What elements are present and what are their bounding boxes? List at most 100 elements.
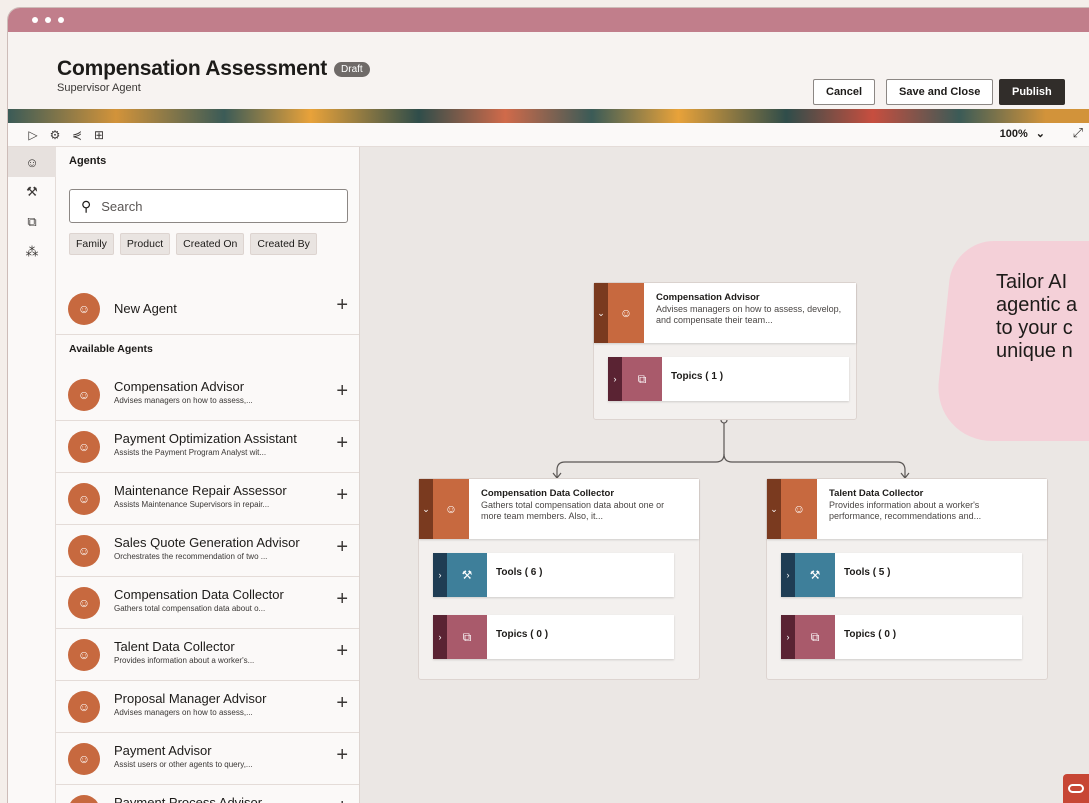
settings-icon[interactable]: ⚙ [44,124,66,146]
chevron-right-icon[interactable]: › [608,357,622,401]
panel-heading: Agents [69,155,107,167]
chevron-right-icon[interactable]: › [781,553,795,597]
topics-label: Topics ( 0 ) [844,629,897,640]
add-icon[interactable]: + [336,295,348,315]
list-item[interactable]: ☺ Sales Quote Generation Advisor Orchest… [56,525,359,577]
topics-card[interactable]: › ⧉ Topics ( 0 ) [433,615,674,659]
canvas-toolbar: ▷ ⚙ ⋞ ⊞ 100% ⌄ ⤢ [8,123,1089,147]
agents-panel: Agents ⚲ Family Product Created On Creat… [56,147,360,803]
add-icon[interactable]: + [336,693,348,713]
list-item[interactable]: ☺ Payment Process Advisor + [56,785,359,803]
topics-card[interactable]: › ⧉ Topics ( 1 ) [608,357,849,401]
search-icon: ⚲ [81,197,92,214]
add-icon[interactable]: + [336,485,348,505]
agents-icon[interactable]: ☺ [8,147,56,177]
chevron-right-icon[interactable]: ⌄ [419,479,433,539]
add-icon[interactable]: + [336,537,348,557]
page-header: Compensation Assessment Draft Supervisor… [8,32,1089,109]
agent-avatar-icon: ☺ [68,691,100,723]
agent-avatar-icon: ☺ [68,379,100,411]
chevron-right-icon[interactable]: › [433,615,447,659]
chevron-right-icon[interactable]: › [781,615,795,659]
agent-name: Compensation Data Collector [114,587,284,602]
talent-data-collector-card[interactable]: ⌄ ☺ Talent Data Collector Provides infor… [767,479,1047,539]
app-window: Compensation Assessment Draft Supervisor… [8,8,1089,803]
agent-avatar-icon: ☺ [68,293,100,325]
workflow-canvas[interactable]: ⌄ ☺ Compensation Advisor Advises manager… [360,147,1089,803]
add-icon[interactable]: + [336,797,348,803]
tools-card[interactable]: › ⚒ Tools ( 6 ) [433,553,674,597]
agent-avatar-icon: ☺ [68,431,100,463]
tools-card[interactable]: › ⚒ Tools ( 5 ) [781,553,1022,597]
zoom-select[interactable]: 100% ⌄ [999,127,1045,141]
add-icon[interactable]: + [336,433,348,453]
topics-card[interactable]: › ⧉ Topics ( 0 ) [781,615,1022,659]
zoom-level: 100% [999,127,1028,140]
new-agent-label: New Agent [114,301,177,316]
list-item[interactable]: ☺ Payment Advisor Assist users or other … [56,733,359,785]
list-item[interactable]: ☺ Talent Data Collector Provides informa… [56,629,359,681]
publish-button[interactable]: Publish [999,79,1065,105]
topics-label: Topics ( 1 ) [671,371,724,382]
oracle-logo [1063,774,1089,803]
window-dot-icon[interactable] [45,17,51,23]
add-icon[interactable]: + [336,589,348,609]
agent-name: Compensation Advisor [114,379,245,394]
tools-label: Tools ( 6 ) [496,567,543,578]
tools-icon[interactable]: ⚒ [8,177,56,207]
agent-icon: ☺ [781,479,817,539]
new-agent-row[interactable]: ☺ New Agent + [56,283,359,335]
agent-desc: Assist users or other agents to query,..… [114,760,253,769]
available-agents-heading: Available Agents [69,343,153,355]
window-dot-icon[interactable] [32,17,38,23]
filter-chip-family[interactable]: Family [69,233,114,255]
list-item[interactable]: ☺ Compensation Advisor Advises managers … [56,369,359,421]
list-item[interactable]: ☺ Payment Optimization Assistant Assists… [56,421,359,473]
page-subtitle: Supervisor Agent [57,82,141,94]
agent-name: Talent Data Collector [114,639,235,654]
play-icon[interactable]: ▷ [22,124,44,146]
share-icon[interactable]: ⋞ [66,124,88,146]
window-titlebar [8,8,1089,32]
topics-icon: ⧉ [447,615,487,659]
add-icon[interactable]: + [336,381,348,401]
topics-icon[interactable]: ⧉ [8,207,56,237]
chevron-right-icon[interactable]: › [433,553,447,597]
filter-chips: Family Product Created On Created By [69,233,317,255]
topics-icon: ⧉ [622,357,662,401]
oracle-logo-icon [1068,784,1084,793]
agent-card-desc: Gathers total compensation data about on… [481,500,665,521]
filter-chip-created-by[interactable]: Created By [250,233,317,255]
add-icon[interactable]: + [336,745,348,765]
agent-desc: Advises managers on how to assess,... [114,708,253,717]
add-icon[interactable]: + [336,641,348,661]
search-box[interactable]: ⚲ [69,189,348,223]
filter-chip-created-on[interactable]: Created On [176,233,245,255]
agent-avatar-icon: ☺ [68,795,100,803]
cancel-button[interactable]: Cancel [813,79,876,105]
agent-avatar-icon: ☺ [68,587,100,619]
expand-icon[interactable]: ⤢ [1073,125,1083,141]
list-item[interactable]: ☺ Maintenance Repair Assessor Assists Ma… [56,473,359,525]
chevron-right-icon[interactable]: ⌄ [594,283,608,343]
list-item[interactable]: ☺ Proposal Manager Advisor Advises manag… [56,681,359,733]
save-and-close-button[interactable]: Save and Close [886,79,994,105]
agent-desc: Advises managers on how to assess,... [114,396,253,405]
chevron-right-icon[interactable]: ⌄ [767,479,781,539]
page-title: Compensation Assessment [57,57,328,80]
topics-icon: ⧉ [795,615,835,659]
workflow-icon[interactable]: ⁂ [8,237,56,267]
agent-desc: Provides information about a worker's... [114,656,255,665]
filter-chip-product[interactable]: Product [119,233,171,255]
compensation-data-collector-card[interactable]: ⌄ ☺ Compensation Data Collector Gathers … [419,479,699,539]
agent-avatar-icon: ☺ [68,483,100,515]
window-dot-icon[interactable] [58,17,64,23]
agent-card-title: Talent Data Collector [829,488,924,499]
agent-name: Payment Advisor [114,743,212,758]
agent-name: Payment Optimization Assistant [114,431,297,446]
search-input[interactable] [101,198,322,214]
tools-label: Tools ( 5 ) [844,567,891,578]
list-item[interactable]: ☺ Compensation Data Collector Gathers to… [56,577,359,629]
grid-icon[interactable]: ⊞ [88,124,110,146]
root-agent-card[interactable]: ⌄ ☺ Compensation Advisor Advises manager… [594,283,856,343]
